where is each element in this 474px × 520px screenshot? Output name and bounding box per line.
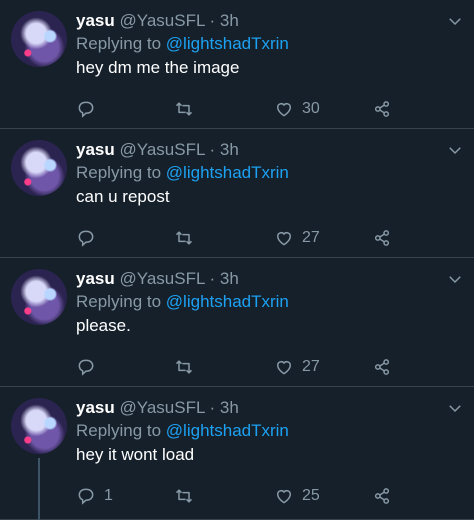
replying-to-label: Replying to [76, 292, 162, 311]
user-handle[interactable]: @YasuSFL [119, 140, 204, 159]
mention-link[interactable]: @lightshadTxrin [166, 292, 289, 311]
tweet-header: yasu @YasuSFL · 3h [76, 139, 239, 161]
timestamp[interactable]: 3h [220, 398, 239, 417]
tweet-actions: 30 [76, 98, 406, 122]
retweet-icon [175, 102, 193, 116]
timestamp[interactable]: 3h [220, 140, 239, 159]
tweet[interactable]: yasu @YasuSFL · 3h Replying to @lightsha… [0, 387, 474, 520]
reply-button[interactable]: 1 [76, 485, 113, 507]
user-handle[interactable]: @YasuSFL [119, 398, 204, 417]
like-count: 30 [302, 100, 320, 117]
tweet[interactable]: yasu @YasuSFL · 3h Replying to @lightsha… [0, 0, 474, 129]
like-button[interactable]: 27 [274, 356, 320, 378]
retweet-button[interactable] [174, 485, 194, 507]
chevron-down-icon[interactable] [446, 12, 464, 30]
reply-icon [78, 101, 94, 118]
retweet-icon [175, 231, 193, 245]
retweet-button[interactable] [174, 98, 194, 120]
share-button[interactable] [372, 227, 392, 249]
avatar[interactable] [11, 269, 67, 325]
avatar[interactable] [11, 398, 67, 454]
tweet-text: hey dm me the image [76, 58, 240, 77]
mention-link[interactable]: @lightshadTxrin [166, 421, 289, 440]
like-count: 25 [302, 487, 320, 504]
share-button[interactable] [372, 98, 392, 120]
replying-to: Replying to @lightshadTxrin [76, 162, 289, 184]
separator-dot: · [209, 398, 216, 417]
heart-icon [277, 361, 291, 375]
tweet-text: can u repost [76, 187, 170, 206]
avatar[interactable] [11, 140, 67, 196]
heart-icon [277, 490, 291, 504]
share-icon [374, 488, 390, 504]
replying-to: Replying to @lightshadTxrin [76, 291, 289, 313]
tweet[interactable]: yasu @YasuSFL · 3h Replying to @lightsha… [0, 258, 474, 387]
display-name[interactable]: yasu [76, 11, 115, 30]
like-button[interactable]: 25 [274, 485, 320, 507]
separator-dot: · [209, 269, 216, 288]
share-icon [374, 359, 390, 375]
tweet-actions: 27 [76, 227, 406, 251]
timestamp[interactable]: 3h [220, 269, 239, 288]
reply-icon [78, 230, 94, 247]
chevron-down-icon[interactable] [446, 399, 464, 417]
display-name[interactable]: yasu [76, 140, 115, 159]
replying-to-label: Replying to [76, 163, 162, 182]
user-handle[interactable]: @YasuSFL [119, 11, 204, 30]
reply-icon [78, 359, 94, 376]
replying-to: Replying to @lightshadTxrin [76, 33, 289, 55]
mention-link[interactable]: @lightshadTxrin [166, 163, 289, 182]
tweet-header: yasu @YasuSFL · 3h [76, 268, 239, 290]
heart-icon [277, 232, 291, 246]
chevron-down-icon[interactable] [446, 141, 464, 159]
share-button[interactable] [372, 485, 392, 507]
reply-button[interactable] [76, 356, 104, 378]
separator-dot: · [209, 11, 216, 30]
replying-to: Replying to @lightshadTxrin [76, 420, 289, 442]
display-name[interactable]: yasu [76, 269, 115, 288]
retweet-icon [175, 360, 193, 374]
user-handle[interactable]: @YasuSFL [119, 269, 204, 288]
tweet-feed: yasu @YasuSFL · 3h Replying to @lightsha… [0, 0, 474, 520]
share-button[interactable] [372, 356, 392, 378]
tweet-actions: 27 [76, 356, 406, 380]
like-count: 27 [302, 229, 320, 246]
tweet-text: please. [76, 316, 131, 335]
like-count: 27 [302, 358, 320, 375]
retweet-button[interactable] [174, 227, 194, 249]
separator-dot: · [209, 140, 216, 159]
reply-button[interactable] [76, 227, 104, 249]
chevron-down-icon[interactable] [446, 270, 464, 288]
reply-button[interactable] [76, 98, 104, 120]
avatar[interactable] [11, 11, 67, 67]
replying-to-label: Replying to [76, 34, 162, 53]
tweet[interactable]: yasu @YasuSFL · 3h Replying to @lightsha… [0, 129, 474, 258]
share-icon [374, 101, 390, 117]
retweet-button[interactable] [174, 356, 194, 378]
replying-to-label: Replying to [76, 421, 162, 440]
share-icon [374, 230, 390, 246]
tweet-header: yasu @YasuSFL · 3h [76, 397, 239, 419]
tweet-header: yasu @YasuSFL · 3h [76, 10, 239, 32]
like-button[interactable]: 30 [274, 98, 320, 120]
tweet-text: hey it wont load [76, 445, 195, 464]
thread-connector-line [38, 458, 40, 520]
timestamp[interactable]: 3h [220, 11, 239, 30]
heart-icon [277, 103, 291, 117]
mention-link[interactable]: @lightshadTxrin [166, 34, 289, 53]
tweet-actions: 1 25 [76, 485, 406, 509]
reply-count: 1 [104, 487, 113, 504]
display-name[interactable]: yasu [76, 398, 115, 417]
like-button[interactable]: 27 [274, 227, 320, 249]
reply-icon [78, 488, 94, 505]
retweet-icon [175, 489, 193, 503]
